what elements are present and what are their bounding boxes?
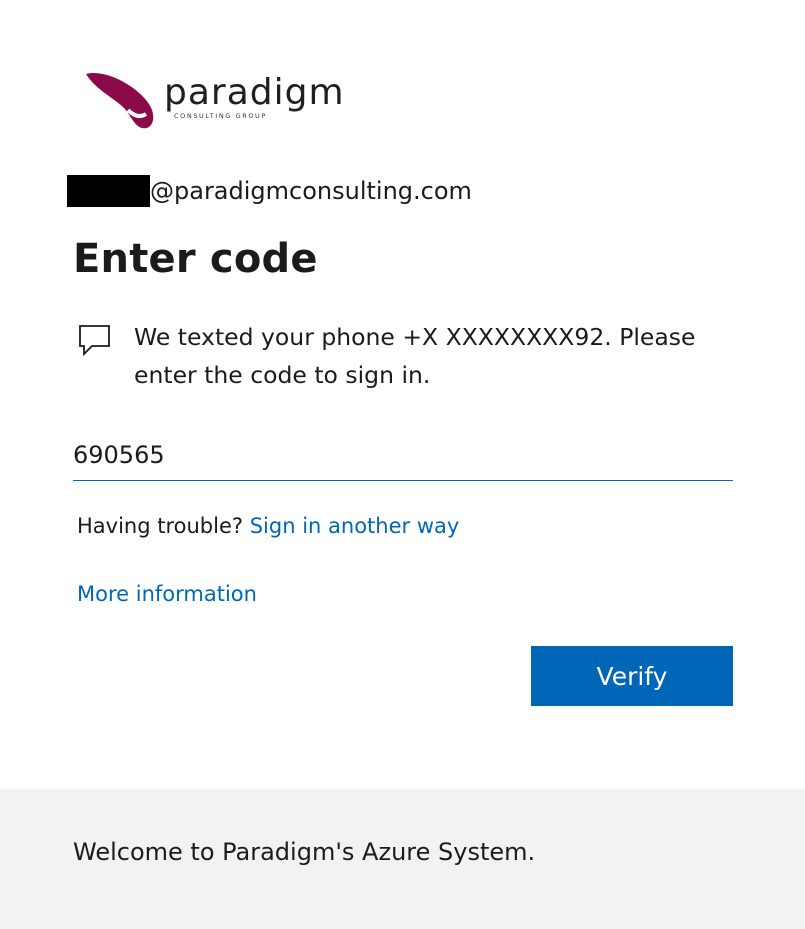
sms-message: We texted your phone +X XXXXXXXX92. Plea… <box>78 318 738 394</box>
page-title: Enter code <box>73 236 318 282</box>
company-logo: paradigm CONSULTING GROUP <box>84 70 384 132</box>
more-information-link[interactable]: More information <box>77 582 257 606</box>
paradigm-swoosh-icon <box>86 73 154 129</box>
email-domain: @paradigmconsulting.com <box>150 177 472 205</box>
code-input[interactable] <box>73 430 733 481</box>
account-identity: @paradigmconsulting.com <box>67 175 472 207</box>
logo-wordmark: paradigm <box>164 72 345 113</box>
logo-tagline: CONSULTING GROUP <box>174 112 267 120</box>
chat-bubble-icon <box>79 325 110 357</box>
sign-in-card: paradigm CONSULTING GROUP @paradigmconsu… <box>0 0 805 789</box>
footer-text: Welcome to Paradigm's Azure System. <box>73 838 536 866</box>
trouble-prefix: Having trouble? <box>77 514 250 538</box>
trouble-line: Having trouble? Sign in another way <box>77 514 459 538</box>
verify-button[interactable]: Verify <box>531 646 733 706</box>
message-text: We texted your phone +X XXXXXXXX92. Plea… <box>134 323 696 389</box>
redacted-username <box>67 175 150 207</box>
sign-in-another-way-link[interactable]: Sign in another way <box>250 514 460 538</box>
